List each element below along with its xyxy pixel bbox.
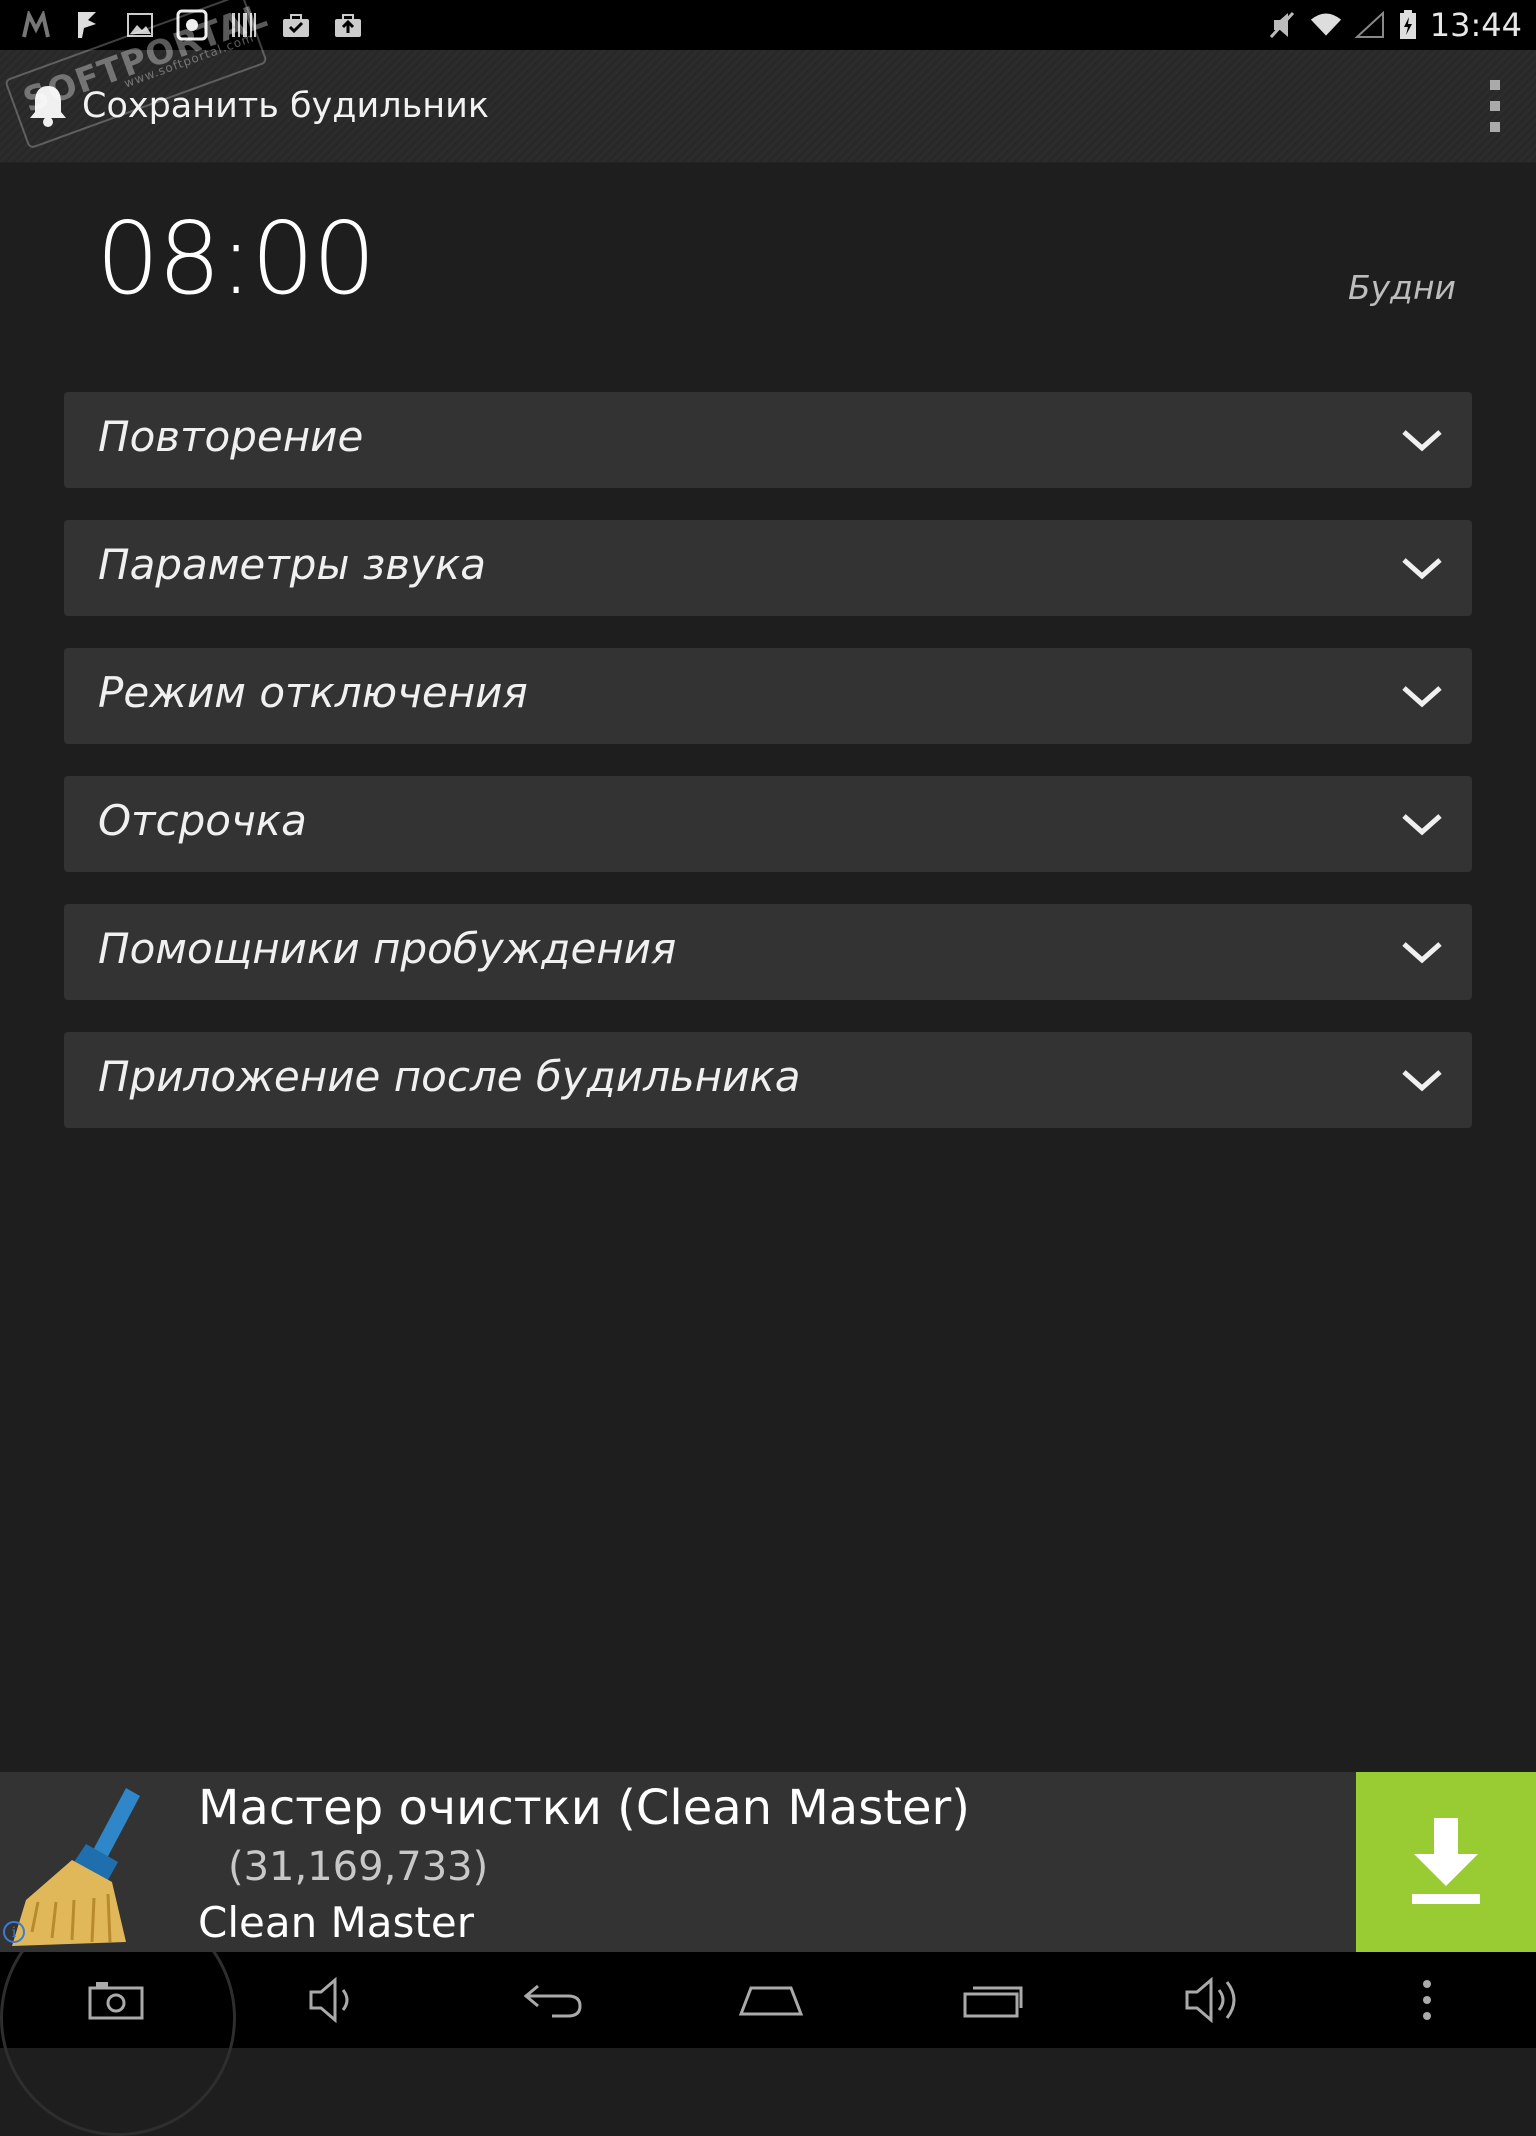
download-button[interactable] (1356, 1772, 1536, 1952)
download-icon (1412, 1818, 1480, 1904)
chevron-down-icon (1402, 814, 1442, 836)
section-repeat[interactable]: Повторение (64, 392, 1472, 488)
chevron-down-icon (1402, 1070, 1442, 1092)
volume-up-icon[interactable] (1180, 1970, 1250, 2030)
section-label: Повторение (98, 412, 364, 461)
chevron-down-icon (1402, 942, 1442, 964)
signal-icon (1354, 10, 1386, 40)
section-sound-settings[interactable]: Параметры звука (64, 520, 1472, 616)
section-wakeup-helpers[interactable]: Помощники пробуждения (64, 904, 1472, 1000)
section-label: Отсрочка (98, 796, 307, 845)
ad-title: Мастер очистки (Clean Master) (198, 1780, 971, 1836)
missed-call-icon (20, 10, 52, 40)
system-icons: 13:44 (1266, 0, 1522, 50)
section-label: Помощники пробуждения (98, 924, 677, 973)
bag-check-icon (280, 10, 312, 40)
more-vertical-icon[interactable] (1416, 1970, 1438, 2030)
wifi-icon (1310, 10, 1342, 40)
broom-icon (8, 1782, 168, 1950)
section-snooze[interactable]: Отсрочка (64, 776, 1472, 872)
mute-icon (1266, 10, 1298, 40)
more-vertical-icon[interactable] (1488, 80, 1502, 132)
alarm-days: Будни (1347, 268, 1456, 307)
back-icon[interactable] (518, 1970, 588, 2030)
home-icon[interactable] (736, 1970, 806, 2030)
recents-icon[interactable] (958, 1970, 1028, 2030)
section-label: Режим отключения (98, 668, 528, 717)
chevron-down-icon (1402, 430, 1442, 452)
svg-text:i: i (12, 1925, 17, 1941)
ad-rating-count: (31,169,733) (228, 1844, 489, 1890)
chevron-down-icon (1402, 686, 1442, 708)
bag-upload-icon (332, 10, 364, 40)
ad-developer: Clean Master (198, 1898, 474, 1947)
ad-banner[interactable]: i Мастер очистки (Clean Master) (31,169,… (0, 1772, 1536, 1952)
section-label: Приложение после будильника (98, 1052, 801, 1101)
flag-icon (72, 10, 104, 40)
volume-down-icon[interactable] (302, 1970, 366, 2030)
chevron-down-icon (1402, 558, 1442, 580)
info-icon[interactable]: i (2, 1920, 26, 1944)
section-label: Параметры звука (98, 540, 486, 589)
section-app-after-alarm[interactable]: Приложение после будильника (64, 1032, 1472, 1128)
clock: 13:44 (1429, 6, 1522, 44)
section-dismiss-mode[interactable]: Режим отключения (64, 648, 1472, 744)
alarm-time[interactable]: 08:00 (96, 200, 376, 317)
battery-charging-icon (1398, 10, 1418, 40)
